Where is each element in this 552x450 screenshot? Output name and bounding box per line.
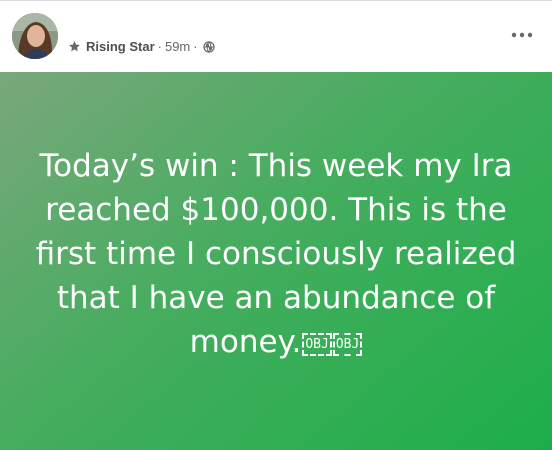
post-meta: Rising Star · 59m · (68, 39, 215, 54)
globe-icon (203, 40, 215, 53)
object-placeholder-glyph: OBJ (332, 333, 363, 356)
star-icon (68, 40, 81, 53)
author-badge[interactable]: Rising Star (86, 39, 155, 54)
meta-separator: · (157, 39, 162, 54)
avatar[interactable] (12, 13, 58, 59)
meta-separator: · (193, 39, 198, 54)
avatar-image (12, 13, 58, 59)
more-options-button[interactable] (510, 27, 534, 43)
post-body: Today’s win : This week my Ira reached $… (0, 72, 552, 450)
post-time[interactable]: 59m (165, 39, 190, 54)
more-horizontal-icon (511, 32, 533, 38)
post-header: Rising Star · 59m · (0, 0, 552, 72)
object-placeholder-glyph: OBJ (302, 333, 332, 356)
post-card: Rising Star · 59m · Today’s win: This w… (0, 0, 552, 450)
post-text-content: Today’s win : This week my Ira reached $… (35, 148, 517, 360)
post-text: Today’s win : This week my Ira reached $… (26, 144, 526, 364)
